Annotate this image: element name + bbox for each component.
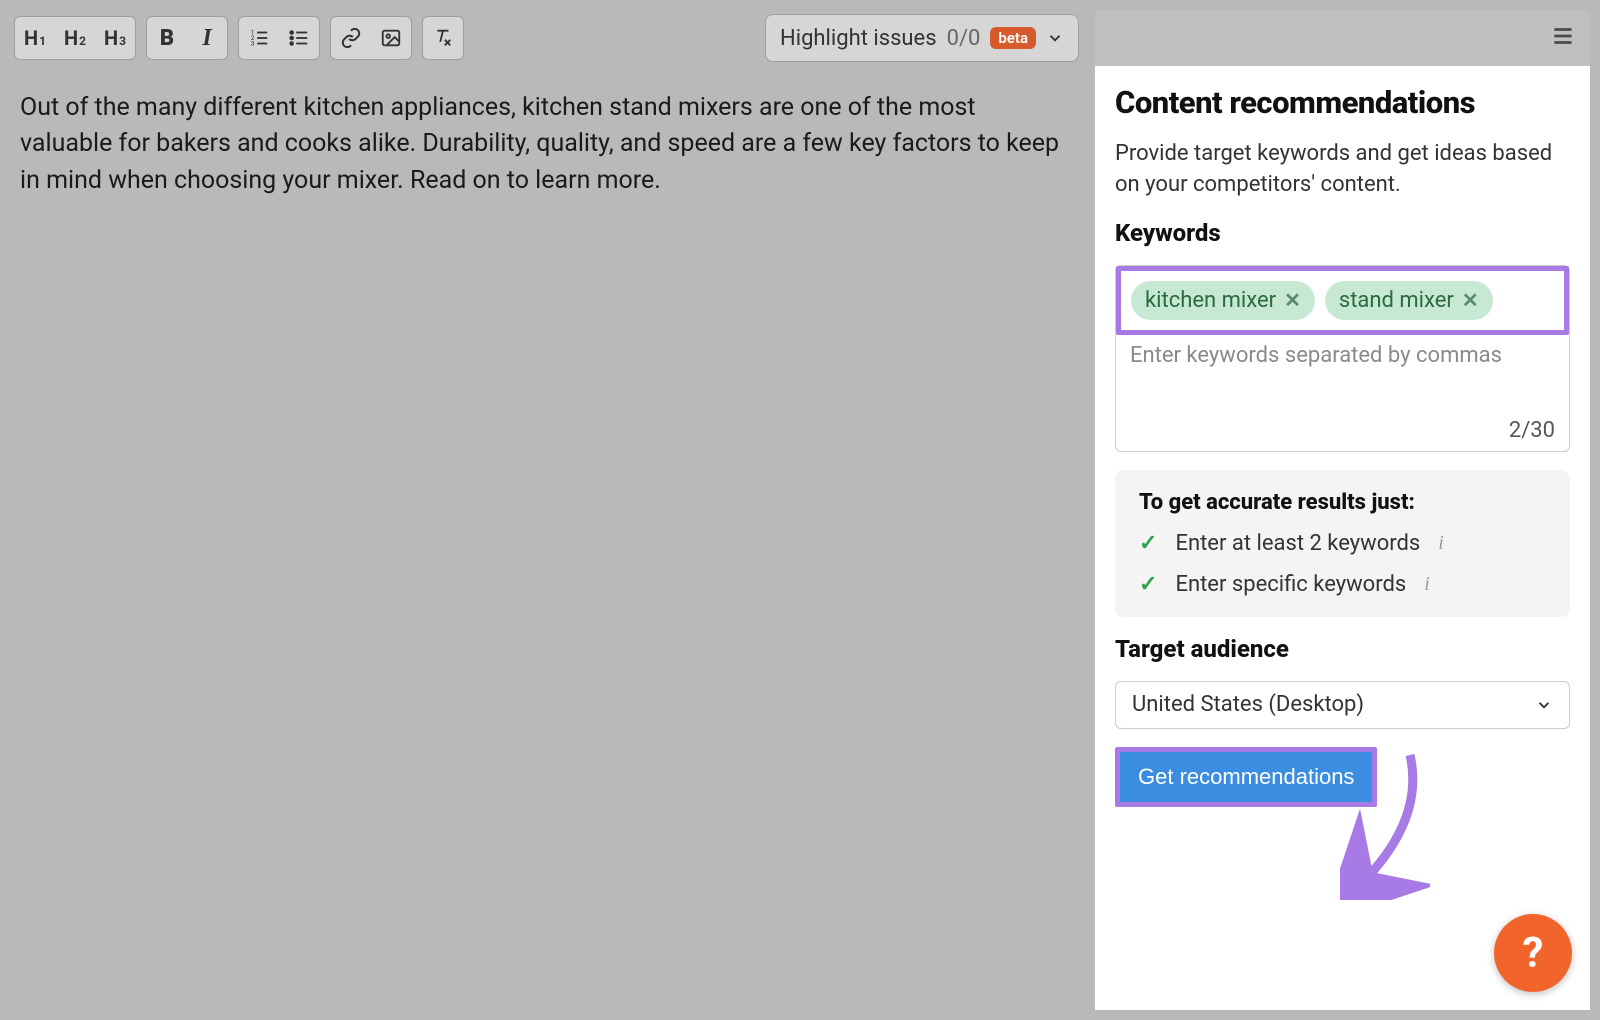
keyword-tag: kitchen mixer ✕: [1131, 281, 1315, 320]
clear-group: [422, 16, 464, 60]
format-group: B I: [146, 16, 228, 60]
keywords-heading: Keywords: [1115, 219, 1570, 247]
issues-count: 0/0: [947, 26, 981, 51]
panel-description: Provide target keywords and get ideas ba…: [1115, 139, 1570, 201]
target-audience-heading: Target audience: [1115, 635, 1570, 663]
paragraph: Out of the many different kitchen applia…: [20, 90, 1073, 199]
sidebar-header: [1095, 10, 1590, 66]
keyword-tag: stand mixer ✕: [1325, 281, 1493, 320]
cta-highlight: Get recommendations: [1115, 747, 1377, 807]
help-label: ?: [1523, 929, 1544, 978]
chevron-down-icon: [1535, 696, 1553, 714]
sidebar-column: Content recommendations Provide target k…: [1095, 0, 1600, 1020]
clear-format-icon: [432, 27, 454, 49]
link-button[interactable]: [331, 17, 371, 59]
keywords-placeholder: Enter keywords separated by commas: [1130, 343, 1555, 368]
keywords-tags: kitchen mixer ✕ stand mixer ✕: [1116, 266, 1569, 335]
remove-keyword-button[interactable]: ✕: [1462, 288, 1479, 312]
link-icon: [340, 27, 362, 49]
tip-text: Enter at least 2 keywords: [1175, 531, 1420, 556]
recommendations-panel: Content recommendations Provide target k…: [1095, 66, 1590, 1010]
heading-group: H1 H2 H3: [14, 16, 136, 60]
heading-1-button[interactable]: H1: [15, 17, 55, 59]
clear-format-button[interactable]: [423, 17, 463, 59]
list-group: 1 2 3: [238, 16, 320, 60]
unordered-list-icon: [288, 27, 310, 49]
get-recommendations-button[interactable]: Get recommendations: [1120, 752, 1372, 802]
image-button[interactable]: [371, 17, 411, 59]
keyword-tag-label: stand mixer: [1339, 288, 1454, 313]
chevron-down-icon: [1046, 29, 1064, 47]
keyword-tag-label: kitchen mixer: [1145, 288, 1276, 313]
tips-box: To get accurate results just: ✓ Enter at…: [1115, 470, 1570, 617]
ordered-list-button[interactable]: 1 2 3: [239, 17, 279, 59]
tip-text: Enter specific keywords: [1175, 572, 1406, 597]
highlight-issues-dropdown[interactable]: Highlight issues 0/0 beta: [765, 14, 1079, 62]
target-audience-value: United States (Desktop): [1132, 692, 1364, 717]
panel-title: Content recommendations: [1115, 84, 1570, 121]
heading-2-button[interactable]: H2: [55, 17, 95, 59]
keywords-counter: 2/30: [1509, 418, 1555, 443]
tip-item: ✓ Enter specific keywords i: [1139, 572, 1546, 597]
heading-3-button[interactable]: H3: [95, 17, 135, 59]
insert-group: [330, 16, 412, 60]
help-button[interactable]: ?: [1494, 914, 1572, 992]
keywords-box: kitchen mixer ✕ stand mixer ✕ Enter keyw…: [1115, 265, 1570, 452]
menu-button[interactable]: [1550, 23, 1576, 53]
info-icon[interactable]: i: [1424, 573, 1430, 596]
editor-column: H1 H2 H3 B I 1 2 3: [0, 0, 1095, 1020]
editor-toolbar: H1 H2 H3 B I 1 2 3: [10, 10, 1083, 66]
keywords-input-area[interactable]: Enter keywords separated by commas 2/30: [1116, 335, 1569, 451]
tips-title: To get accurate results just:: [1139, 490, 1546, 515]
editor-content[interactable]: Out of the many different kitchen applia…: [10, 66, 1083, 1010]
ordered-list-icon: 1 2 3: [248, 27, 270, 49]
target-audience-select[interactable]: United States (Desktop): [1115, 681, 1570, 729]
check-icon: ✓: [1139, 531, 1157, 556]
bold-button[interactable]: B: [147, 17, 187, 59]
issues-label: Highlight issues: [780, 26, 937, 51]
remove-keyword-button[interactable]: ✕: [1284, 288, 1301, 312]
tip-item: ✓ Enter at least 2 keywords i: [1139, 531, 1546, 556]
hamburger-icon: [1550, 23, 1576, 49]
svg-text:3: 3: [251, 39, 255, 47]
image-icon: [380, 27, 402, 49]
check-icon: ✓: [1139, 572, 1157, 597]
info-icon[interactable]: i: [1438, 532, 1444, 555]
italic-button[interactable]: I: [187, 17, 227, 59]
unordered-list-button[interactable]: [279, 17, 319, 59]
beta-badge: beta: [990, 27, 1036, 49]
